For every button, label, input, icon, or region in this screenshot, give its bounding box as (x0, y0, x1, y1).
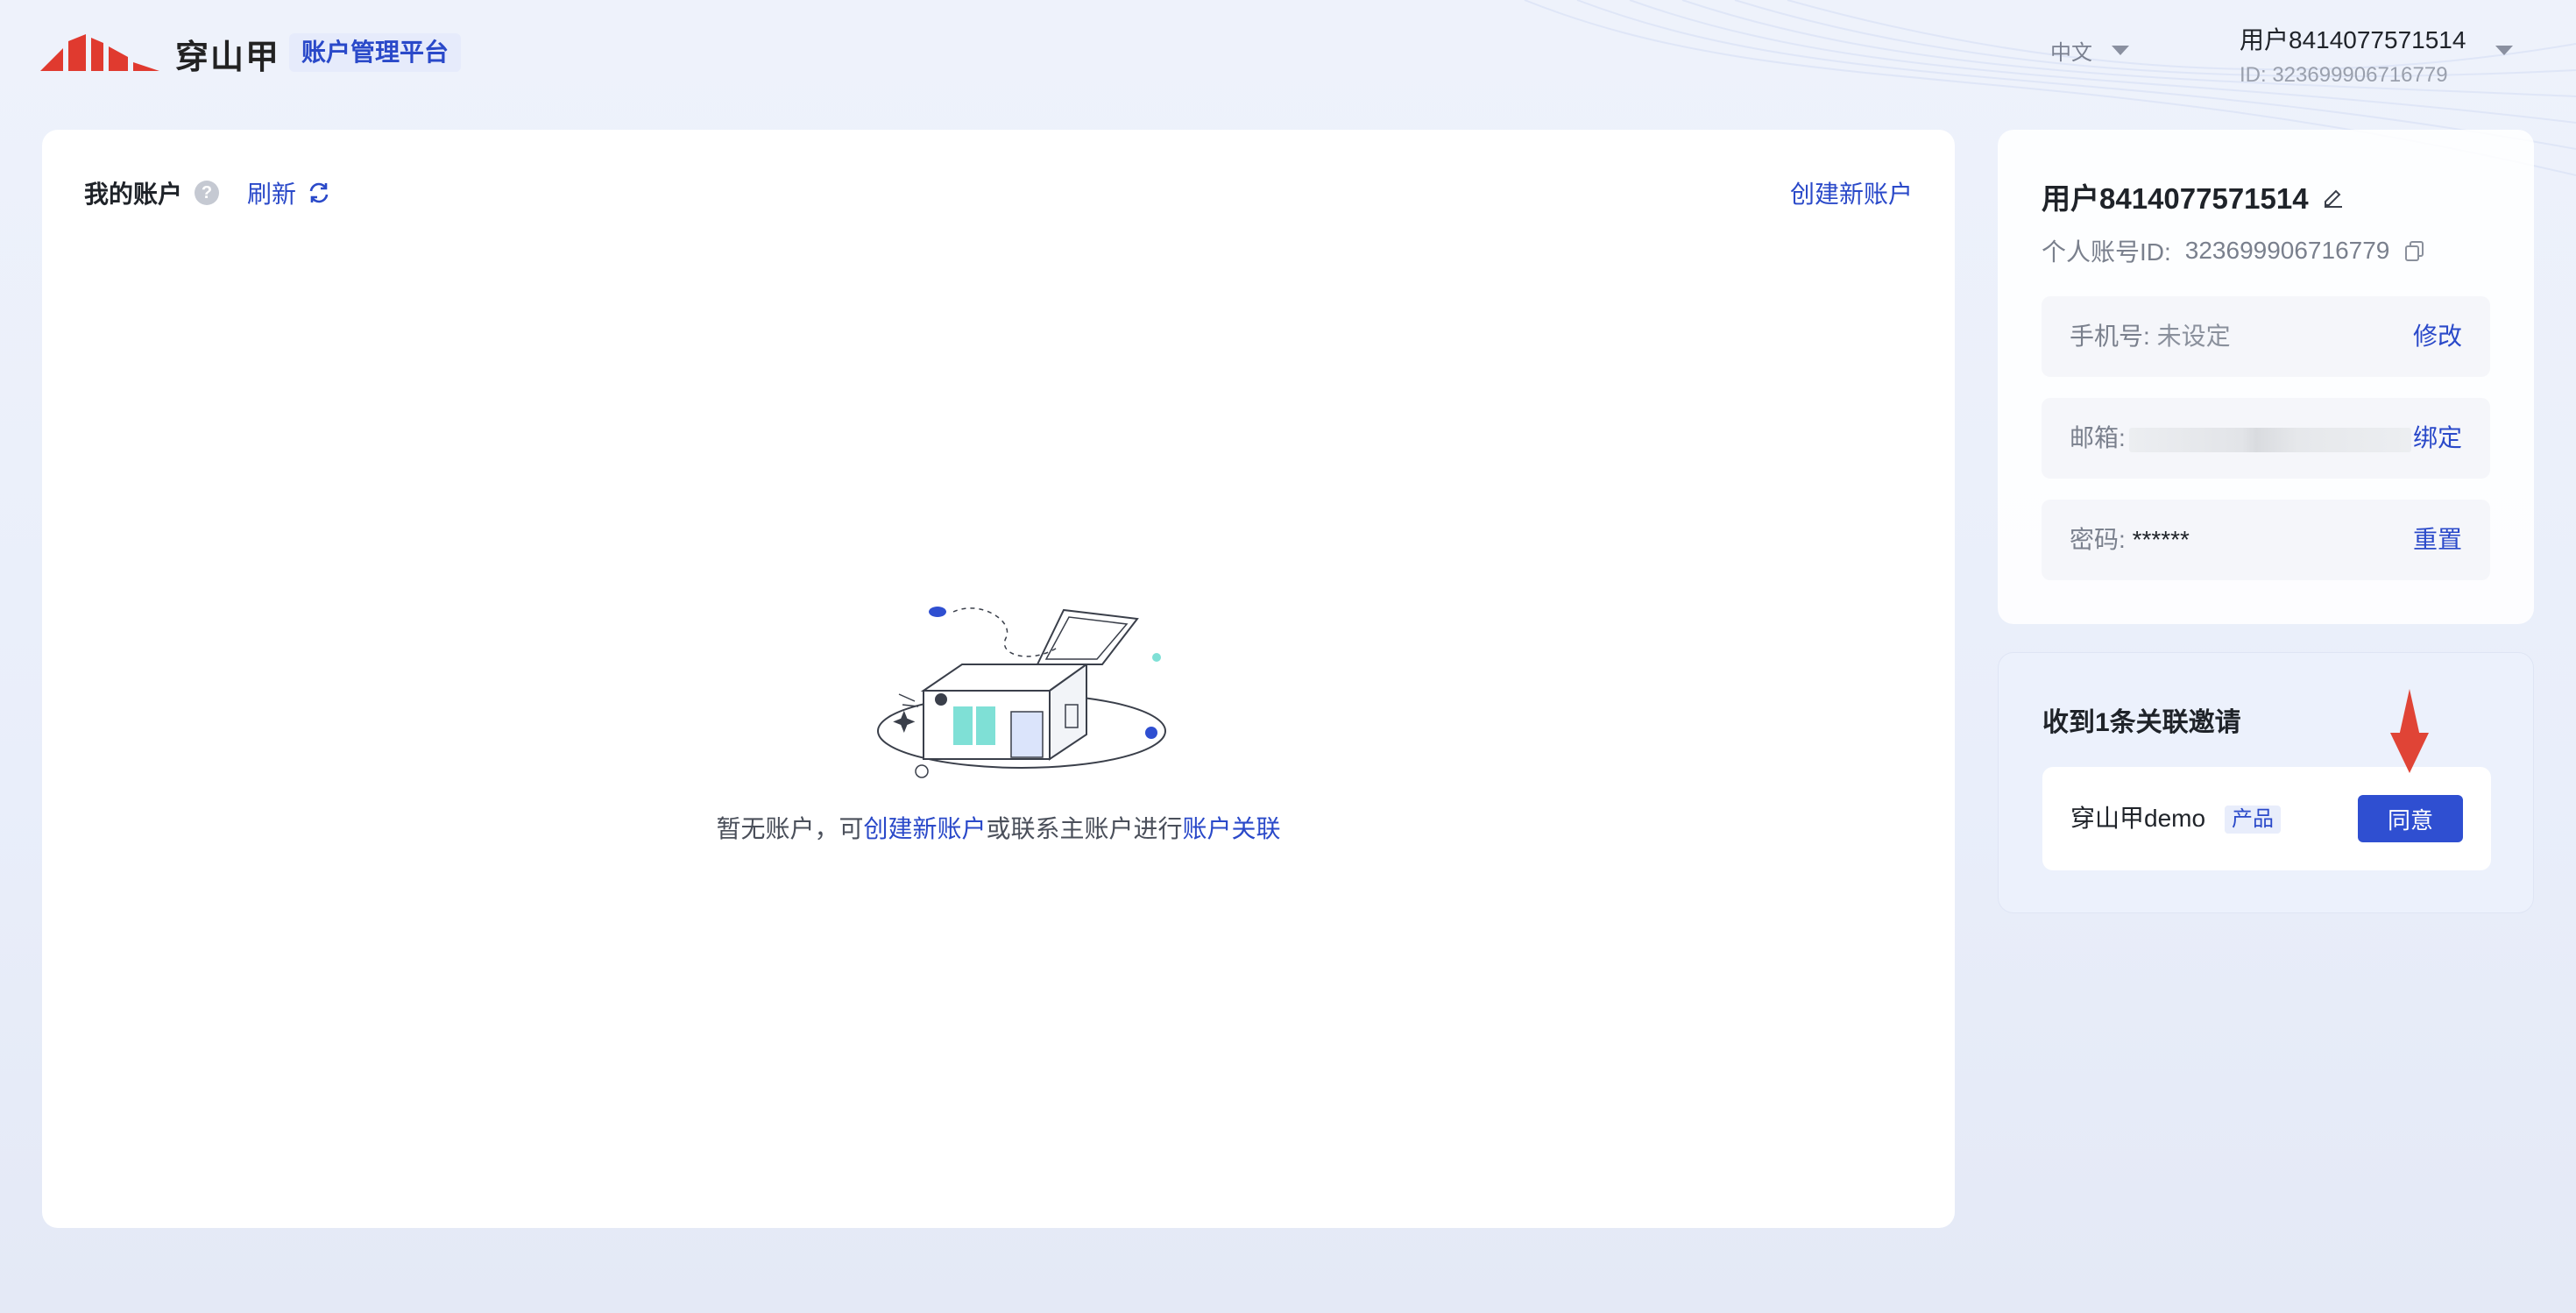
profile-card: 用户8414077571514 个人账号ID: 323699906716779 … (1998, 130, 2534, 624)
edit-icon[interactable] (2321, 185, 2344, 208)
language-label: 中文 (2050, 41, 2092, 65)
caret-down-icon[interactable] (2495, 46, 2513, 55)
my-accounts-header: 我的账户 ? 刷新 (84, 175, 331, 210)
profile-user-name-row: 用户8414077571514 (2042, 175, 2344, 217)
phone-label: 手机号: (2070, 323, 2150, 350)
my-accounts-title: 我的账户 (84, 181, 183, 208)
profile-user-name: 用户8414077571514 (2042, 182, 2309, 215)
email-value-blurred (2128, 427, 2411, 452)
phone-field: 手机号: 未设定 (2070, 296, 2231, 377)
phone-value: 未设定 (2156, 323, 2231, 350)
email-field: 邮箱: (2070, 398, 2411, 479)
bind-email-button[interactable]: 绑定 (2413, 398, 2462, 479)
phone-row: 手机号: 未设定 修改 (2042, 296, 2490, 377)
invitation-item: 穿山甲demo 产品 同意 (2042, 767, 2491, 870)
invitation-name: 穿山甲demo (2070, 805, 2206, 832)
empty-prefix: 暂无账户，可 (716, 815, 864, 842)
modify-phone-button[interactable]: 修改 (2413, 296, 2462, 377)
invitation-type-badge: 产品 (2225, 806, 2281, 834)
logo-text: 穿山甲 (175, 39, 281, 76)
logo-icon (40, 33, 159, 71)
refresh-icon (309, 182, 329, 203)
header-user-name: 用户8414077571514 (2240, 26, 2466, 53)
password-field: 密码: ****** (2070, 500, 2190, 580)
refresh-label: 刷新 (247, 181, 297, 208)
brand-logo[interactable]: 穿山甲 (40, 30, 280, 78)
arrow-down-icon (2390, 689, 2429, 773)
agree-button[interactable]: 同意 (2358, 795, 2463, 842)
create-account-link[interactable]: 创建新账户 (1790, 175, 1913, 210)
invitations-card: 收到1条关联邀请 穿山甲demo 产品 同意 (1998, 652, 2534, 913)
password-value: ****** (2132, 526, 2190, 553)
help-icon[interactable]: ? (195, 181, 220, 205)
password-label: 密码: (2070, 526, 2126, 553)
empty-state-message: 暂无账户，可创建新账户或联系主账户进行账户关联 (42, 810, 1955, 845)
reset-password-button[interactable]: 重置 (2413, 500, 2462, 580)
account-link-inline-link[interactable]: 账户关联 (1183, 815, 1281, 842)
password-row: 密码: ****** 重置 (2042, 500, 2490, 580)
empty-middle: 或联系主账户进行 (986, 815, 1183, 842)
refresh-button[interactable]: 刷新 (247, 175, 331, 210)
account-id-row: 个人账号ID: 323699906716779 (2042, 233, 2426, 268)
copy-icon[interactable] (2403, 239, 2426, 262)
language-selector[interactable]: 中文 (2050, 35, 2129, 66)
user-menu[interactable]: 用户8414077571514 ID: 323699906716779 (2240, 21, 2466, 88)
top-bar: 穿山甲 账户管理平台 中文 用户8414077571514 ID: 323699… (0, 0, 2576, 176)
account-id-label: 个人账号ID: (2042, 238, 2171, 266)
caret-down-icon (2112, 46, 2129, 55)
empty-box-illustration (877, 607, 1166, 778)
create-account-inline-link[interactable]: 创建新账户 (863, 815, 986, 842)
header-user-id: ID: 323699906716779 (2240, 63, 2448, 87)
invitations-title: 收到1条关联邀请 (2042, 708, 2241, 737)
email-label: 邮箱: (2070, 424, 2126, 451)
account-id-value: 323699906716779 (2184, 237, 2390, 264)
email-row: 邮箱: 绑定 (2042, 398, 2490, 479)
platform-name-tag: 账户管理平台 (289, 33, 462, 72)
my-accounts-panel: 我的账户 ? 刷新 创建新账户 暂无账户，可创建新账户或联系主账户进行账户关联 (42, 130, 1955, 1228)
